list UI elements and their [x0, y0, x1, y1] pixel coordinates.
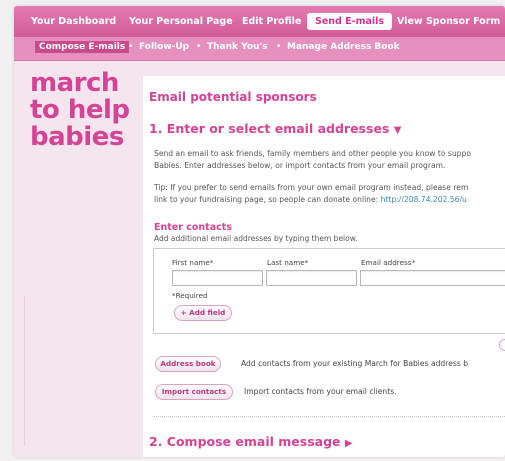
address-book-description: Add contacts from your existing March fo… [241, 359, 469, 368]
enter-contacts-subtitle: Add additional email addresses by typing… [154, 234, 358, 243]
step-2-heading[interactable]: 2. Compose email message ▶ [149, 434, 353, 449]
intro-text-line-1: Send an email to ask friends, family mem… [154, 149, 471, 158]
tip-text-line-1: Tip: If you prefer to send emails from y… [154, 183, 469, 192]
subnav-separator: • [128, 42, 134, 52]
tab-edit-profile[interactable]: Edit Profile [242, 16, 301, 27]
app-frame: Your Dashboard Your Personal Page Edit P… [14, 6, 505, 457]
fundraising-page-link[interactable]: http://208.74.202.56/u [381, 195, 467, 204]
email-address-label: Email address* [361, 258, 416, 267]
last-name-label: Last name* [267, 258, 309, 267]
step-1-heading[interactable]: 1. Enter or select email addresses ▼ [149, 121, 401, 136]
small-pill-button[interactable] [499, 339, 505, 351]
triangle-right-icon: ▶ [344, 438, 353, 449]
tab-view-sponsor-form[interactable]: View Sponsor Form [397, 16, 500, 27]
sub-navigation: Compose E-mails • Follow-Up • Thank You'… [14, 37, 505, 61]
intro-text-line-2: Babies. Enter addresses below, or import… [154, 161, 446, 170]
logo-line-1: march [30, 68, 119, 98]
page-title: Email potential sponsors [149, 90, 317, 104]
subtab-follow-up[interactable]: Follow-Up [139, 42, 189, 52]
main-content: Email potential sponsors 1. Enter or sel… [143, 76, 505, 457]
required-note: *Required [172, 291, 208, 300]
subtab-thank-yous[interactable]: Thank You's [207, 42, 268, 52]
contacts-form-box: First name* Last name* Email address* *R… [153, 248, 505, 334]
section-divider [153, 416, 505, 417]
march-for-babies-logo: march to help babies [30, 70, 130, 151]
step-2-title: 2. Compose email message [149, 434, 341, 449]
subnav-separator: • [276, 42, 282, 52]
email-address-input[interactable] [360, 270, 505, 286]
subtab-compose-emails[interactable]: Compose E-mails [35, 41, 130, 53]
tab-your-dashboard[interactable]: Your Dashboard [31, 16, 116, 27]
top-navigation: Your Dashboard Your Personal Page Edit P… [14, 6, 505, 37]
triangle-down-icon: ▼ [393, 125, 402, 136]
last-name-input[interactable] [266, 270, 357, 286]
tab-your-personal-page[interactable]: Your Personal Page [129, 16, 233, 27]
import-contacts-button[interactable]: Import contacts [155, 384, 233, 400]
tab-send-emails[interactable]: Send E-mails [307, 13, 393, 30]
tip-text-prefix: link to your fundraising page, so people… [154, 195, 381, 204]
subnav-separator: • [196, 42, 202, 52]
logo-line-2: to help [30, 95, 130, 125]
import-contacts-description: Import contacts from your email clients. [244, 387, 397, 396]
step-1-title: 1. Enter or select email addresses [149, 121, 390, 136]
first-name-input[interactable] [172, 270, 263, 286]
add-field-button[interactable]: + Add field [174, 305, 232, 321]
subtab-manage-address-book[interactable]: Manage Address Book [287, 42, 400, 52]
logo-line-3: babies [30, 122, 124, 152]
tip-text-line-2: link to your fundraising page, so people… [154, 194, 505, 206]
first-name-label: First name* [172, 258, 214, 267]
address-book-button[interactable]: Address book [155, 356, 221, 372]
enter-contacts-title: Enter contacts [154, 222, 232, 233]
sidebar-divider [24, 296, 25, 446]
